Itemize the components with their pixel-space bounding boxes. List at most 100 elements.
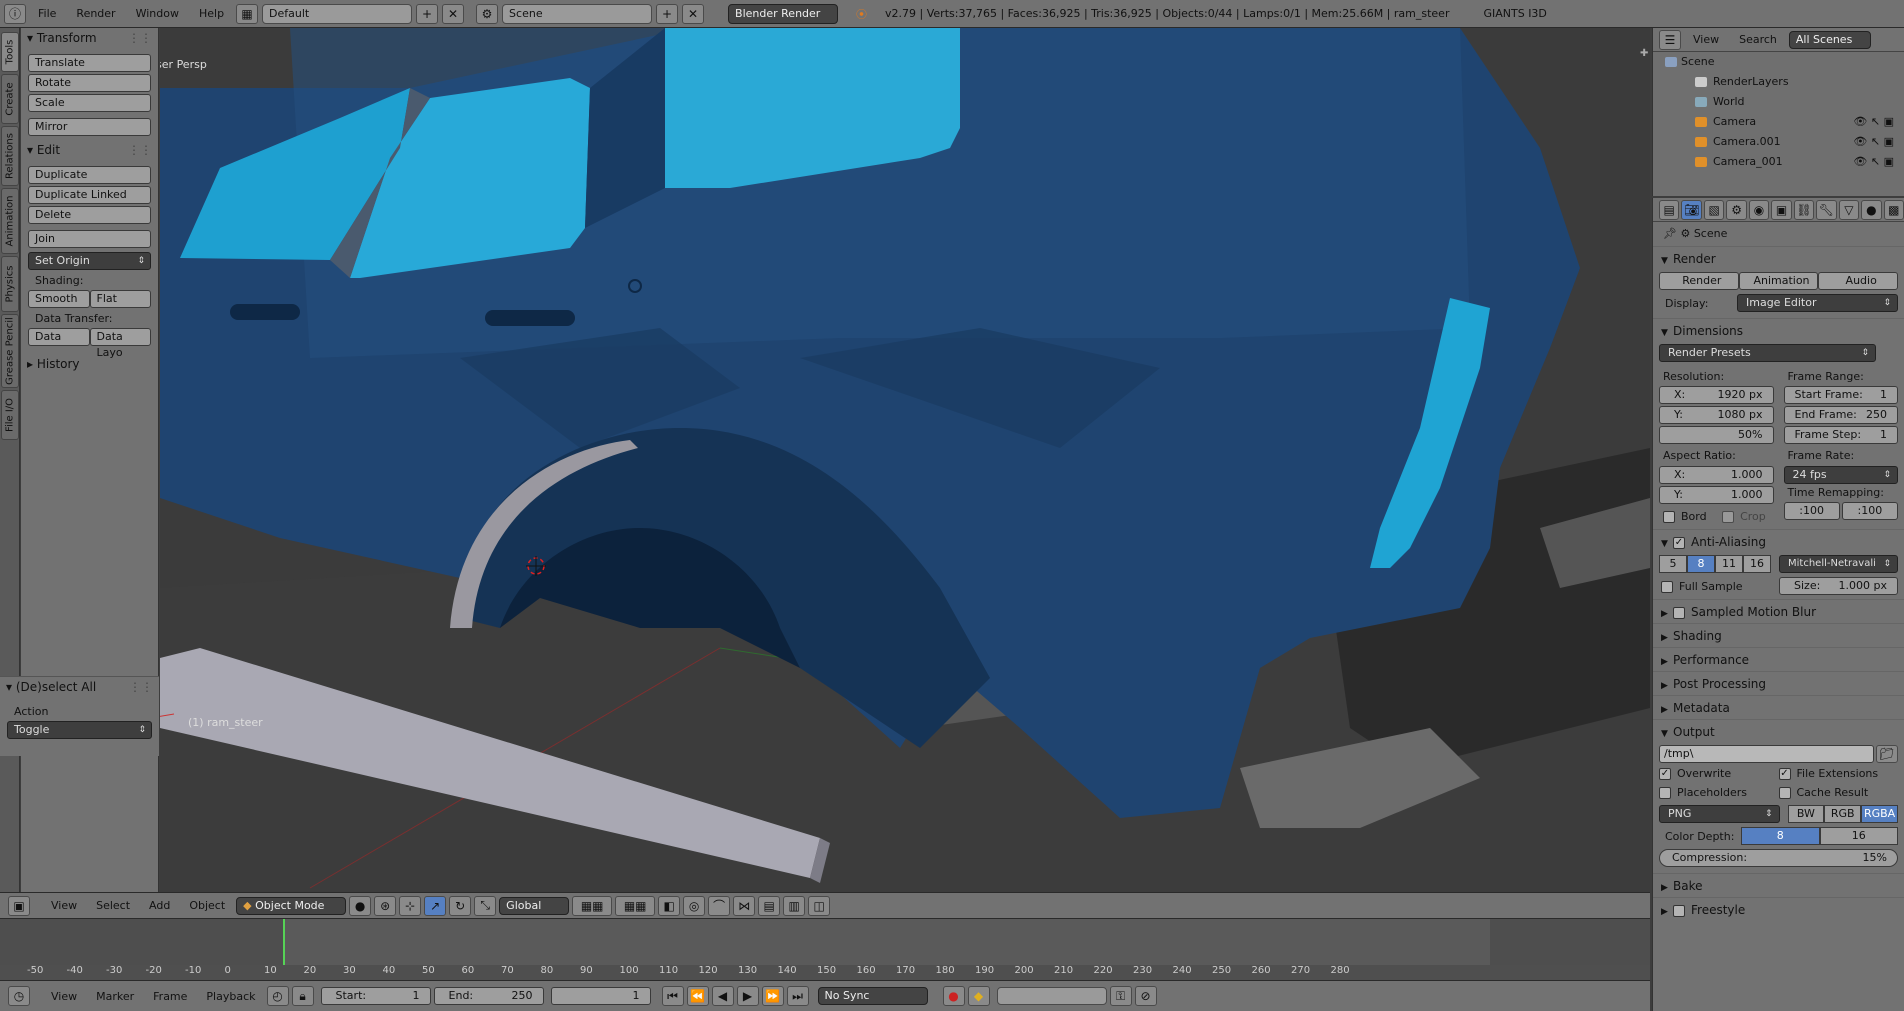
tab-relations[interactable]: Relations [1,126,19,186]
panel-bake-header[interactable]: ▶ Bake [1653,873,1904,897]
menu-frame[interactable]: Frame [145,990,195,1003]
outliner-item-camera[interactable]: Camera 👁︎ ↖ ▣ [1653,112,1904,132]
flat-button[interactable]: Flat [89,290,151,308]
panel-performance-header[interactable]: ▶ Performance [1653,647,1904,671]
duplicate-button[interactable]: Duplicate [28,166,151,184]
aa-sample-16[interactable]: 16 [1743,555,1771,573]
join-button[interactable]: Join [28,230,151,248]
orientation-select[interactable]: Global [499,896,570,915]
panel-post-processing-header[interactable]: ▶ Post Processing [1653,671,1904,695]
tab-tools[interactable]: Tools [1,32,19,72]
snap-element-icon[interactable]: ⋈ [733,895,756,916]
end-frame-prop[interactable]: End Frame: 250 [1783,406,1898,424]
scene-icon[interactable]: ⚙ [476,3,499,24]
add-layout-icon[interactable]: + [416,3,439,24]
freestyle-checkbox[interactable] [1673,904,1685,917]
rotate-manip-icon[interactable]: ↻ [449,895,472,916]
audio-button[interactable]: Audio [1818,272,1899,290]
translate-manip-icon[interactable]: ↗ [424,895,447,916]
keying-set-icon[interactable]: ◆ [967,986,990,1006]
render-button[interactable]: Render [1659,272,1739,290]
crop-checkbox[interactable] [1722,511,1735,523]
3d-viewport[interactable]: User Persp (1) ram_steer z y [160,28,1650,892]
panel-history-header[interactable]: ▸ History [21,354,158,374]
outliner-filter-select[interactable]: All Scenes [1788,30,1871,49]
menu-add[interactable]: Add [141,899,178,912]
scene-selector[interactable]: Scene [502,3,653,24]
render-engine-select[interactable]: Blender Render [728,3,839,24]
motion-blur-checkbox[interactable] [1673,606,1685,619]
operator-header[interactable]: ▾ (De)select All ⋮⋮ [0,677,159,697]
menu-view[interactable]: View [43,899,85,912]
border-checkbox[interactable] [1663,511,1675,523]
smooth-button[interactable]: Smooth [28,290,90,308]
play-icon[interactable]: ▶ [736,986,759,1006]
object-tab-icon[interactable]: ▣ [1771,199,1792,220]
cache-result-checkbox[interactable] [1778,787,1791,799]
color-depth-8[interactable]: 8 [1741,827,1820,845]
tab-file-io[interactable]: File I/O [1,390,19,440]
data-layout-button[interactable]: Data Layo [89,328,151,359]
placeholders-checkbox[interactable] [1659,787,1671,799]
antialiasing-checkbox[interactable]: ✓ [1673,536,1685,549]
snap-icon[interactable]: ⌒ [708,895,731,916]
material-tab-icon[interactable]: ● [1861,199,1882,220]
giants-addon-label[interactable]: GIANTS I3D [1483,7,1546,20]
jump-start-icon[interactable]: ⏮ [661,986,684,1006]
menu-window[interactable]: Window [128,0,187,28]
resolution-percent-field[interactable]: 50% [1659,426,1774,444]
aa-sample-8[interactable]: 8 [1687,555,1715,573]
insert-key-icon[interactable]: ⚿ [1109,986,1132,1006]
viewport-corner-plus-icon[interactable]: ✚ [1640,48,1648,59]
data-tab-icon[interactable]: ▽ [1838,199,1860,220]
compression-slider[interactable]: Compression: 15% [1659,849,1898,867]
layers-row2-icon[interactable]: ▦▦ [615,895,656,916]
action-select[interactable]: Toggle ⇕ [7,721,152,739]
layout-selector[interactable]: Default [262,3,413,24]
panel-render-header[interactable]: ▼ Render [1653,246,1904,270]
panel-output-header[interactable]: ▼ Output [1653,719,1904,743]
color-mode-rgba[interactable]: RGBA [1861,805,1898,823]
record-icon[interactable]: ● [942,986,965,1006]
rotate-button[interactable]: Rotate [28,74,151,92]
scale-button[interactable]: Scale [28,94,151,112]
timeline-ruler[interactable]: -50 -40 -30 -20 -10 0 10 20 30 40 50 60 70 80 90 100 110… [0,965,1650,981]
color-depth-16[interactable]: 16 [1819,827,1898,845]
timeline-editor-icon[interactable]: ◷ [8,986,30,1006]
current-frame-field[interactable]: 1 [550,987,651,1005]
duplicate-linked-button[interactable]: Duplicate Linked [28,186,151,204]
outliner-item-world[interactable]: World [1653,92,1904,112]
frame-step-prop[interactable]: Frame Step: 1 [1783,426,1898,444]
preview-range-icon[interactable]: ◴ [266,986,289,1006]
color-mode-rgb[interactable]: RGB [1824,805,1862,823]
pivot-icon[interactable]: ⊛ [374,895,397,916]
menu-marker[interactable]: Marker [88,990,142,1003]
animation-button[interactable]: Animation [1738,272,1819,290]
file-extensions-checkbox[interactable]: ✓ [1778,768,1791,780]
properties-editor-icon[interactable]: ▤ [1659,199,1680,220]
panel-freestyle-header[interactable]: ▶ Freestyle [1653,897,1904,921]
remove-scene-icon[interactable]: ✕ [682,3,705,24]
mirror-button[interactable]: Mirror [28,118,151,136]
menu-object[interactable]: Object [181,899,233,912]
editor-type-icon[interactable]: ▣ [8,895,30,916]
tab-grease-pencil[interactable]: Grease Pencil [1,314,19,388]
layers-tab-icon[interactable]: ▧ [1703,199,1725,220]
aa-sample-5[interactable]: 5 [1659,555,1687,573]
start-frame-prop[interactable]: Start Frame: 1 [1783,386,1898,404]
aa-size-field[interactable]: Size: 1.000 px [1779,577,1898,595]
panel-dimensions-header[interactable]: ▼ Dimensions [1653,318,1904,342]
delete-button[interactable]: Delete [28,206,151,224]
menu-file[interactable]: File [30,0,64,28]
menu-timeline-view[interactable]: View [43,990,85,1003]
world-tab-icon[interactable]: ◉ [1748,199,1770,220]
remove-layout-icon[interactable]: ✕ [442,3,465,24]
full-sample-checkbox[interactable] [1661,580,1673,593]
display-select[interactable]: Image Editor [1737,294,1898,312]
data-button[interactable]: Data [28,328,90,346]
delete-key-icon[interactable]: ⊘ [1134,986,1157,1006]
texture-tab-icon[interactable]: ▩ [1883,199,1904,220]
outliner-menu-search[interactable]: Search [1731,33,1785,46]
layers-row1-icon[interactable]: ▦▦ [572,895,613,916]
viewport-shading-icon[interactable]: ● [349,895,372,916]
